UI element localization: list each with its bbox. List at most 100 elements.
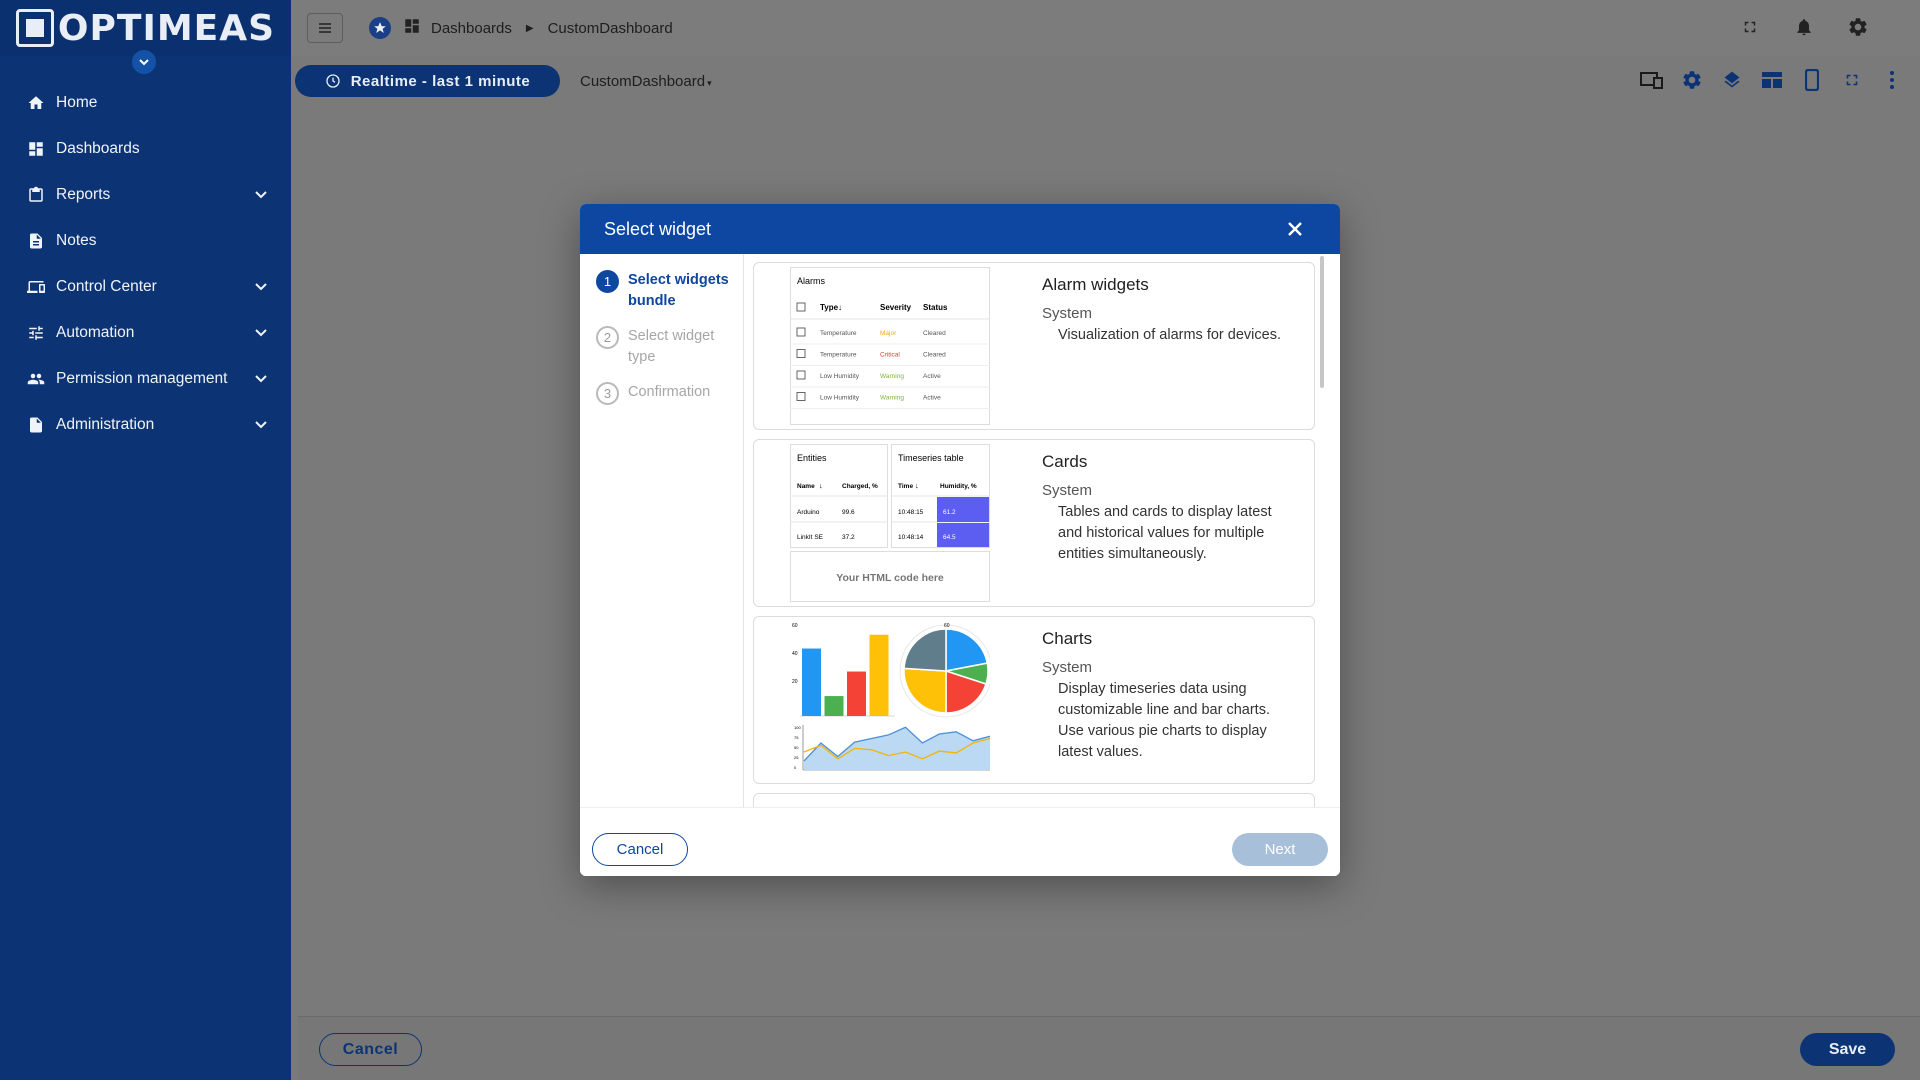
layers-icon[interactable] <box>1716 64 1748 96</box>
stepper: 1 Select widgets bundle 2 Select widget … <box>580 254 744 807</box>
chevron-down-icon[interactable] <box>253 417 269 433</box>
layout-devices-icon[interactable] <box>1636 64 1668 96</box>
widget-bundle-list: Alarms Type ↓ Severity Status Temperatur… <box>753 262 1321 807</box>
clipboard-icon <box>26 185 46 205</box>
logo-text: OPTIMEAS <box>57 7 276 49</box>
preview-cell: 10:48:15 <box>898 509 924 516</box>
sidebar-item-control-center[interactable]: Control Center <box>0 264 291 310</box>
preview-cell: LinkIt SE <box>797 534 824 541</box>
bundle-list-scrollbar[interactable] <box>1320 256 1324 388</box>
breadcrumb-separator-icon: ▶ <box>525 22 534 34</box>
sidebar-item-reports[interactable]: Reports <box>0 172 291 218</box>
sidebar-item-label: Control Center <box>56 278 157 295</box>
bar <box>847 671 866 716</box>
logo-chip-icon <box>15 9 54 47</box>
html-card-text: Your HTML code here <box>836 572 944 584</box>
axis-tick: 50 <box>794 745 799 750</box>
preview-title: Entities <box>797 453 827 463</box>
notifications-bell-icon[interactable] <box>1792 15 1816 39</box>
dialog-footer: Cancel Next <box>580 807 1340 876</box>
step-label: Confirmation <box>628 384 711 400</box>
preview-header: Charged, % <box>842 483 878 490</box>
axis-tick: 60 <box>792 623 798 629</box>
hamburger-icon <box>319 23 331 33</box>
chevron-down-icon[interactable] <box>253 187 269 203</box>
dialog-header: Select widget <box>580 204 1340 254</box>
sidebar-item-administration[interactable]: Administration <box>0 402 291 448</box>
dashboard-state-select[interactable]: CustomDashboard ▾ <box>580 73 712 90</box>
preview-header: Name <box>797 483 815 490</box>
sidebar-item-dashboards[interactable]: Dashboards <box>0 126 291 172</box>
breadcrumb: Dashboards ▶ CustomDashboard <box>369 17 673 39</box>
menu-toggle-button[interactable] <box>307 13 343 43</box>
dashboard-save-button[interactable]: Save <box>1800 1033 1895 1066</box>
sliders-icon <box>26 323 46 343</box>
settings-gear-icon[interactable] <box>1846 15 1870 39</box>
more-vert-icon[interactable] <box>1876 64 1908 96</box>
dialog-cancel-button[interactable]: Cancel <box>592 833 688 866</box>
preview-cell: Temperature <box>820 352 857 359</box>
step-label: Select widgets bundle <box>628 272 729 309</box>
dashboards-icon <box>26 139 46 159</box>
chevron-down-icon[interactable] <box>253 325 269 341</box>
preview-cell: 99.6 <box>842 509 855 516</box>
sort-arrow-icon: ↓ <box>838 303 842 312</box>
timewindow-label: Realtime - last 1 minute <box>350 72 531 90</box>
preview-cell: 10:48:14 <box>898 534 924 541</box>
mobile-device-icon[interactable] <box>1796 64 1828 96</box>
preview-title: Timeseries table <box>898 453 964 463</box>
dashboard-cancel-button[interactable]: Cancel <box>319 1033 422 1066</box>
timewindow-button[interactable]: Realtime - last 1 minute <box>295 65 560 97</box>
close-icon[interactable] <box>1284 218 1306 240</box>
preview-header: Time <box>898 483 913 490</box>
preview-cell: Active <box>923 395 941 402</box>
preview-header: Status <box>923 303 948 312</box>
bundle-card-next-partial[interactable] <box>753 793 1315 807</box>
sidebar-item-label: Reports <box>56 186 111 203</box>
settings-gear-icon[interactable] <box>1676 64 1708 96</box>
bundle-owner: System <box>1042 482 1093 499</box>
axis-tick: 25 <box>794 755 799 760</box>
charts-preview-image: 60 40 20 60 100 75 50 25 0 <box>790 621 990 779</box>
axis-tick: 20 <box>792 679 798 685</box>
sort-arrow-icon: ↓ <box>915 481 919 490</box>
preview-header: Severity <box>880 303 912 312</box>
sidebar: OPTIMEAS Home Dashboards Reports Notes C… <box>0 0 291 1080</box>
sidebar-item-label: Home <box>56 94 98 111</box>
preview-cell: Cleared <box>923 330 946 337</box>
step-select-bundle: 1 Select widgets bundle <box>596 270 743 312</box>
fullscreen-icon[interactable] <box>1836 64 1868 96</box>
dialog-next-button[interactable]: Next <box>1232 833 1328 866</box>
bundle-owner: System <box>1042 659 1093 676</box>
preview-severity: Major <box>880 330 897 337</box>
home-star-icon[interactable] <box>369 17 391 39</box>
breadcrumb-dashboards[interactable]: Dashboards <box>431 20 512 37</box>
bundle-card-cards[interactable]: Entities Timeseries table Name ↓ Charged… <box>753 439 1315 607</box>
sidebar-item-label: Administration <box>56 416 155 433</box>
sidebar-item-automation[interactable]: Automation <box>0 310 291 356</box>
admin-document-icon <box>26 415 46 435</box>
chevron-down-icon[interactable] <box>253 279 269 295</box>
select-widget-dialog: Select widget 1 Select widgets bundle 2 … <box>580 204 1340 876</box>
step-label: Select widget type <box>628 328 715 365</box>
axis-tick: 100 <box>794 725 801 730</box>
preview-header: Type <box>820 303 839 312</box>
sidebar-item-label: Automation <box>56 324 135 341</box>
bundle-owner: System <box>1042 305 1093 322</box>
preview-cell: Temperature <box>820 330 857 337</box>
sidebar-item-home[interactable]: Home <box>0 80 291 126</box>
sidebar-item-permission-management[interactable]: Permission management <box>0 356 291 402</box>
sidebar-toggle-chevron-icon[interactable] <box>132 50 156 74</box>
step-number: 2 <box>596 326 619 349</box>
bundle-card-charts[interactable]: 60 40 20 60 100 75 50 25 0 Charts System… <box>753 616 1315 784</box>
clock-icon <box>326 74 340 88</box>
fullscreen-icon[interactable] <box>1738 15 1762 39</box>
people-icon <box>26 369 46 389</box>
logo[interactable]: OPTIMEAS <box>15 7 276 49</box>
chevron-down-icon[interactable] <box>253 371 269 387</box>
layout-icon[interactable] <box>1756 64 1788 96</box>
home-icon <box>26 93 46 113</box>
bundle-card-alarm-widgets[interactable]: Alarms Type ↓ Severity Status Temperatur… <box>753 262 1315 430</box>
sidebar-item-notes[interactable]: Notes <box>0 218 291 264</box>
preview-cell: Arduino <box>797 509 820 516</box>
